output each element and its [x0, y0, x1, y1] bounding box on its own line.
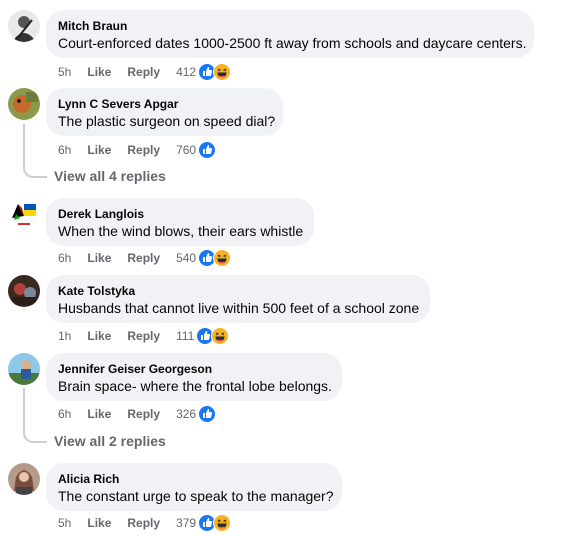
comment-bubble: Lynn C Severs Apgar The plastic surgeon … [46, 88, 283, 136]
avatar[interactable] [8, 463, 40, 495]
comment-actions: 6h Like Reply 760 [58, 141, 217, 159]
haha-icon[interactable] [213, 514, 232, 532]
like-icon[interactable] [198, 405, 217, 423]
avatar[interactable] [8, 275, 40, 307]
like-button[interactable]: Like [87, 407, 111, 421]
like-button[interactable]: Like [87, 329, 111, 343]
comment-actions: 5h Like Reply 412 [58, 63, 232, 81]
comment-author[interactable]: Derek Langlois [58, 206, 302, 222]
reply-button[interactable]: Reply [127, 407, 160, 421]
like-button[interactable]: Like [87, 251, 111, 265]
reaction-count[interactable]: 326 [176, 407, 196, 421]
replies-connector [23, 124, 47, 178]
reaction-count[interactable]: 111 [176, 329, 194, 343]
like-button[interactable]: Like [87, 143, 111, 157]
comment-actions: 1h Like Reply 111 [58, 327, 230, 345]
reply-button[interactable]: Reply [127, 65, 160, 79]
reply-button[interactable]: Reply [127, 251, 160, 265]
comment-bubble: Jennifer Geiser Georgeson Brain space- w… [46, 353, 342, 401]
haha-icon[interactable] [213, 63, 232, 81]
reaction-count[interactable]: 412 [176, 65, 196, 79]
avatar[interactable] [8, 10, 40, 42]
comment-actions: 5h Like Reply 379 [58, 514, 232, 532]
comment-text: Court-enforced dates 1000-2500 ft away f… [58, 35, 527, 51]
reaction-count[interactable]: 540 [176, 251, 196, 265]
comment-time[interactable]: 6h [58, 143, 71, 157]
comment-bubble: Kate Tolstyka Husbands that cannot live … [46, 275, 430, 323]
replies-connector [23, 388, 47, 443]
comment-text: When the wind blows, their ears whistle [58, 223, 304, 239]
comment-author[interactable]: Jennifer Geiser Georgeson [58, 361, 330, 377]
avatar[interactable] [8, 198, 40, 230]
comment-text: Husbands that cannot live within 500 fee… [58, 300, 420, 316]
reply-button[interactable]: Reply [127, 516, 160, 530]
comment-bubble: Mitch Braun Court-enforced dates 1000-25… [46, 10, 534, 58]
like-icon[interactable] [198, 141, 217, 159]
haha-icon[interactable] [211, 327, 230, 345]
comment-actions: 6h Like Reply 326 [58, 405, 217, 423]
like-button[interactable]: Like [87, 516, 111, 530]
comment-bubble: Derek Langlois When the wind blows, thei… [46, 198, 314, 246]
reaction-count[interactable]: 379 [176, 516, 196, 530]
comment-time[interactable]: 6h [58, 407, 71, 421]
comment-time[interactable]: 5h [58, 65, 71, 79]
avatar[interactable] [8, 88, 40, 120]
comment-time[interactable]: 5h [58, 516, 71, 530]
comment-author[interactable]: Alicia Rich [58, 471, 330, 487]
comment-bubble: Alicia Rich The constant urge to speak t… [46, 463, 342, 511]
comment-author[interactable]: Kate Tolstyka [58, 283, 418, 299]
comment-text: Brain space- where the frontal lobe belo… [58, 378, 332, 394]
haha-icon[interactable] [213, 249, 232, 267]
view-replies-link[interactable]: View all 4 replies [54, 168, 166, 184]
comment-time[interactable]: 1h [58, 329, 71, 343]
comment-author[interactable]: Lynn C Severs Apgar [58, 96, 271, 112]
like-button[interactable]: Like [87, 65, 111, 79]
view-replies-link[interactable]: View all 2 replies [54, 433, 166, 449]
comment-actions: 6h Like Reply 540 [58, 249, 232, 267]
comment-author[interactable]: Mitch Braun [58, 18, 522, 34]
reply-button[interactable]: Reply [127, 329, 160, 343]
comment-text: The plastic surgeon on speed dial? [58, 113, 276, 129]
comment-time[interactable]: 6h [58, 251, 71, 265]
comment-text: The constant urge to speak to the manage… [58, 488, 334, 504]
avatar[interactable] [8, 353, 40, 385]
reply-button[interactable]: Reply [127, 143, 160, 157]
reaction-count[interactable]: 760 [176, 143, 196, 157]
